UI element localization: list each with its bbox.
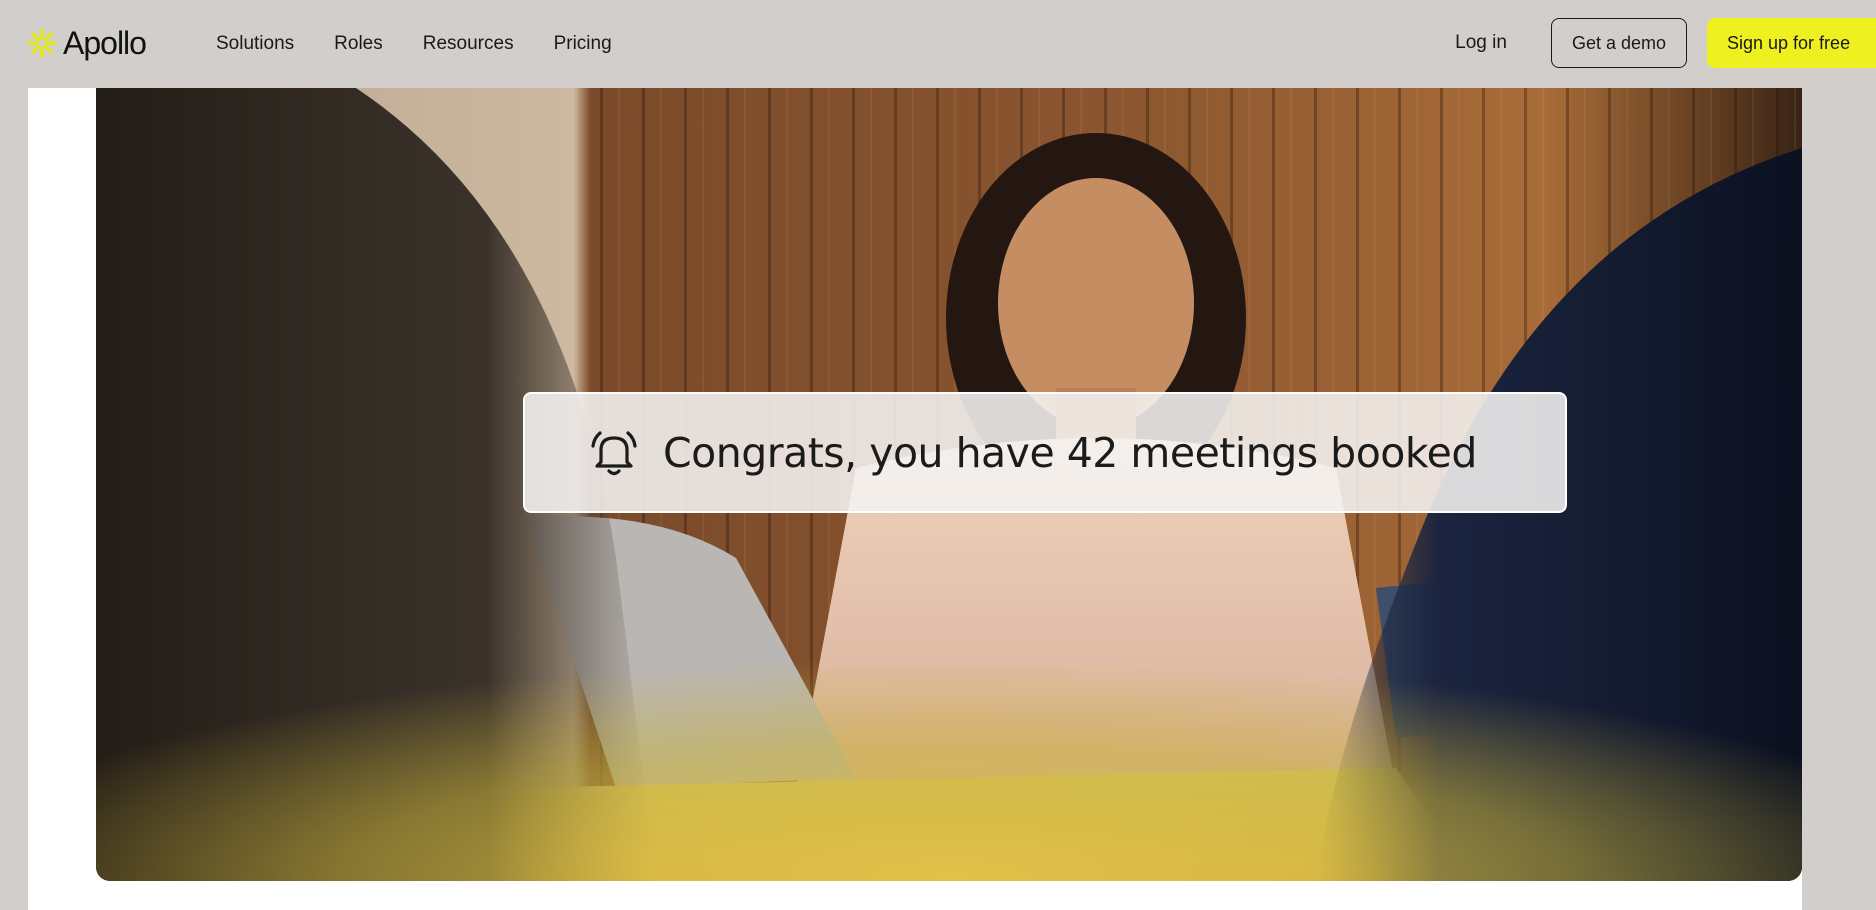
nav-link-solutions[interactable]: Solutions — [216, 33, 294, 55]
hero-image: Congrats, you have 42 meetings booked — [96, 88, 1802, 881]
bell-icon — [591, 430, 637, 475]
notification-text: Congrats, you have 42 meetings booked — [663, 428, 1477, 477]
nav-actions: Log in Get a demo Sign up for free — [1455, 18, 1876, 68]
login-link[interactable]: Log in — [1455, 32, 1507, 54]
signup-button[interactable]: Sign up for free — [1707, 18, 1876, 68]
apollo-logo[interactable]: Apollo — [26, 22, 147, 64]
nav-link-resources[interactable]: Resources — [423, 33, 514, 55]
top-navbar: Apollo Solutions Roles Resources Pricing… — [0, 0, 1876, 88]
nav-link-pricing[interactable]: Pricing — [554, 33, 612, 55]
brand-name: Apollo — [63, 25, 147, 61]
get-demo-button[interactable]: Get a demo — [1550, 18, 1687, 68]
nav-link-roles[interactable]: Roles — [334, 33, 383, 55]
meetings-notification-banner: Congrats, you have 42 meetings booked — [523, 392, 1567, 513]
primary-nav: Solutions Roles Resources Pricing — [216, 0, 652, 88]
sunburst-logo-icon — [27, 28, 57, 58]
